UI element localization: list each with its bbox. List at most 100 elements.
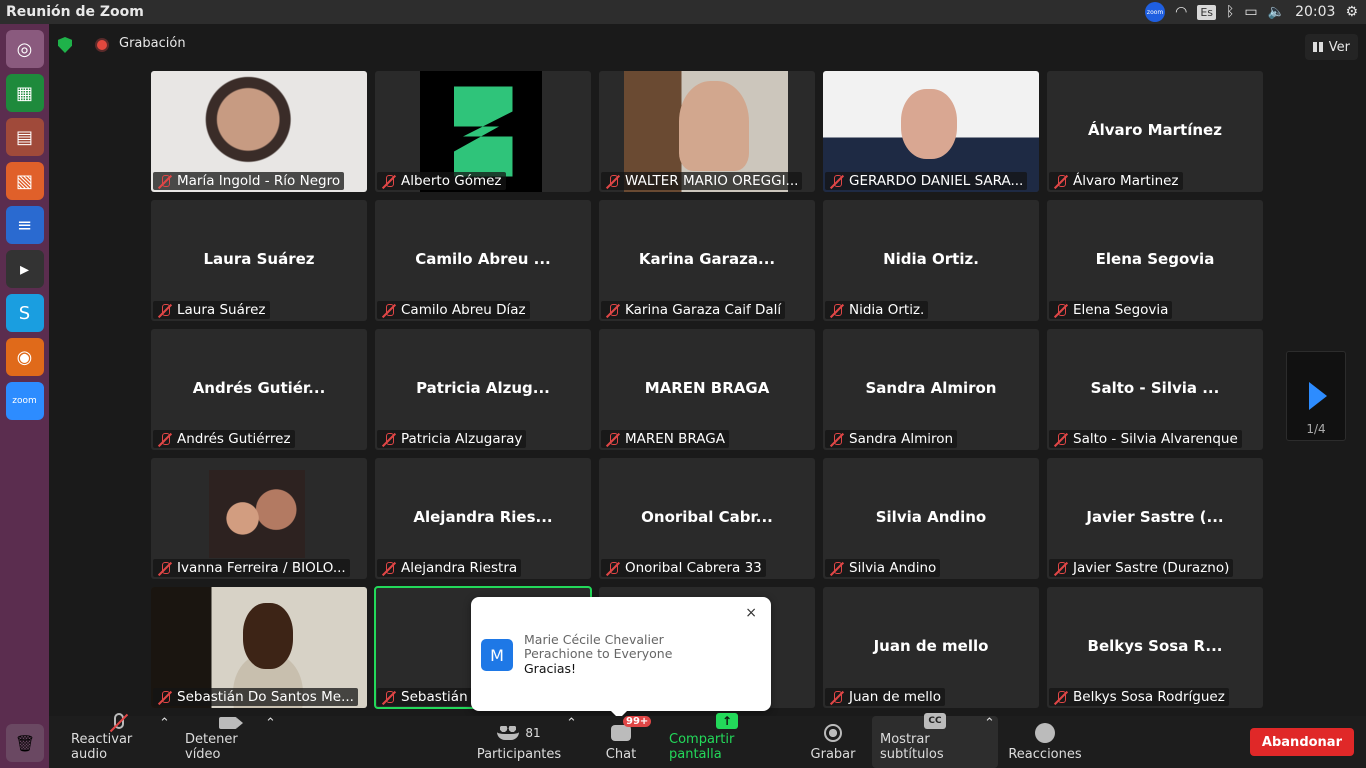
video-options-caret-icon[interactable]: ⌃ [265, 716, 276, 737]
reaction-smiley-icon [1035, 723, 1055, 743]
participant-name: MAREN BRAGA [625, 431, 725, 447]
muted-mic-icon [158, 175, 172, 189]
participant-name: Elena Segovia [1073, 302, 1169, 318]
grid-view-icon [1312, 42, 1323, 52]
view-button[interactable]: Ver [1304, 34, 1358, 60]
unmute-label: Reactivar audio [71, 732, 133, 762]
participant-name-label: Camilo Abreu Díaz [377, 301, 530, 319]
participant-name-label: Alejandra Riestra [377, 559, 522, 577]
participant-tile[interactable]: Patricia Alzug... Patricia Alzugaray [375, 329, 591, 450]
share-screen-button[interactable]: ↑ Compartir pantalla [669, 713, 785, 768]
participant-tile[interactable]: Juan de mello Juan de mello [823, 587, 1039, 708]
participant-display-name: Belkys Sosa R... [1087, 637, 1223, 655]
participant-tile[interactable]: Salto - Silvia ... Salto - Silvia Alvaren… [1047, 329, 1263, 450]
battery-icon[interactable]: ▭ [1244, 4, 1257, 20]
participant-tile[interactable]: MAREN BRAGA MAREN BRAGA [599, 329, 815, 450]
participant-name-label: Salto - Silvia Alvarenque [1049, 430, 1242, 448]
muted-mic-icon [382, 304, 396, 318]
settings-gear-icon[interactable]: ⚙ [1345, 4, 1358, 20]
participant-tile[interactable]: Alejandra Ries... Alejandra Riestra [375, 458, 591, 579]
avatar-logo-icon [454, 86, 513, 177]
leave-meeting-button[interactable]: Abandonar [1249, 728, 1354, 756]
record-label: Grabar [810, 747, 856, 762]
reactions-button[interactable]: Reacciones [1008, 716, 1082, 768]
participant-tile[interactable]: Javier Sastre (... Javier Sastre (Durazno… [1047, 458, 1263, 579]
participant-tile[interactable]: María Ingold - Río Negro [151, 71, 367, 192]
participant-name-label: Nidia Ortiz. [825, 301, 929, 319]
bluetooth-icon[interactable]: ᛒ [1226, 4, 1234, 20]
participant-name: Javier Sastre (Durazno) [1073, 560, 1230, 576]
zoom-tray-icon[interactable]: zoom [1145, 2, 1166, 22]
participant-tile[interactable]: Alberto Gómez [375, 71, 591, 192]
chat-icon [611, 725, 631, 741]
stop-video-button[interactable]: Detener vídeo [185, 716, 271, 768]
participant-display-name: Camilo Abreu ... [415, 250, 551, 268]
participant-tile[interactable]: Elena Segovia Elena Segovia [1047, 200, 1263, 321]
volume-icon[interactable]: 🔈 [1268, 4, 1285, 20]
next-arrow-icon [1309, 382, 1327, 410]
participant-tile[interactable]: Silvia Andino Silvia Andino [823, 458, 1039, 579]
participant-name: Silvia Andino [849, 560, 937, 576]
record-button[interactable]: Grabar [811, 716, 855, 768]
subtitles-options-caret-icon[interactable]: ⌃ [984, 716, 995, 737]
next-page-button[interactable]: 1/4 [1286, 351, 1346, 441]
participant-display-name: MAREN BRAGA [644, 379, 770, 397]
participant-name: Nidia Ortiz. [849, 302, 925, 318]
close-icon[interactable]: × [745, 605, 757, 621]
writer-icon[interactable]: ≡ [5, 206, 44, 244]
participants-button[interactable]: 81 Participantes [477, 716, 561, 768]
muted-mic-icon [158, 433, 172, 447]
presentation-icon[interactable]: ▧ [5, 162, 44, 200]
participant-tile[interactable]: Camilo Abreu ... Camilo Abreu Díaz [375, 200, 591, 321]
participant-tile[interactable]: GERARDO DANIEL SARA... [823, 71, 1039, 192]
participant-name-label: María Ingold - Río Negro [153, 172, 345, 190]
participant-tile[interactable]: WALTER MARIO OREGGI... [599, 71, 815, 192]
muted-mic-icon [1054, 562, 1068, 576]
page-indicator: 1/4 [1306, 422, 1326, 436]
firefox-icon[interactable]: ◉ [5, 338, 44, 376]
participant-tile[interactable]: Andrés Gutiér... Andrés Gutiérrez [151, 329, 367, 450]
participant-tile[interactable]: Sebastián Do Santos Me... [151, 587, 367, 708]
participant-tile[interactable]: Nidia Ortiz. Nidia Ortiz. [823, 200, 1039, 321]
participant-name: Karina Garaza Caif Dalí [625, 302, 782, 318]
participant-tile[interactable]: Sandra Almiron Sandra Almiron [823, 329, 1039, 450]
participant-tile[interactable]: Karina Garaza... Karina Garaza Caif Dalí [599, 200, 815, 321]
skype-icon[interactable]: S [5, 294, 44, 332]
chat-label: Chat [605, 747, 637, 762]
muted-mic-icon [830, 304, 844, 318]
chat-button[interactable]: 99+ Chat [605, 716, 652, 768]
window-title: Reunión de Zoom [6, 4, 144, 20]
files-icon[interactable]: ▤ [5, 118, 44, 156]
show-subtitles-button[interactable]: CC Mostrar subtítulos [880, 713, 990, 768]
audio-options-caret-icon[interactable]: ⌃ [159, 716, 170, 737]
participant-name-label: WALTER MARIO OREGGI... [601, 172, 803, 190]
spreadsheet-icon[interactable]: ▦ [5, 74, 44, 112]
participant-name: Salto - Silvia Alvarenque [1073, 431, 1238, 447]
keyboard-language[interactable]: Es [1197, 4, 1216, 20]
clock[interactable]: 20:03 [1295, 4, 1335, 20]
participant-display-name: Sandra Almiron [865, 379, 997, 397]
participant-tile[interactable]: Laura Suárez Laura Suárez [151, 200, 367, 321]
participant-display-name: Andrés Gutiér... [192, 379, 326, 397]
participant-name: Laura Suárez [177, 302, 266, 318]
encryption-shield-icon[interactable] [58, 37, 72, 53]
participant-tile[interactable]: Belkys Sosa R... Belkys Sosa Rodríguez [1047, 587, 1263, 708]
terminal-icon[interactable]: ▸ [5, 250, 44, 288]
participant-name-label: Ivanna Ferreira / BIOLO... [153, 559, 350, 577]
ubuntu-icon[interactable]: ◎ [5, 30, 44, 68]
participant-tile[interactable]: Álvaro Martínez Álvaro Martinez [1047, 71, 1263, 192]
participant-name: Onoribal Cabrera 33 [625, 560, 762, 576]
chat-notification[interactable]: × M Marie Cécile Chevalier Perachione to… [471, 597, 771, 719]
wifi-icon[interactable]: ◠ [1175, 4, 1187, 20]
participants-icon [497, 726, 520, 740]
zoom-app-icon[interactable]: zoom [5, 382, 44, 420]
participant-name-label: Karina Garaza Caif Dalí [601, 301, 786, 319]
participant-name-label: Laura Suárez [153, 301, 270, 319]
participant-display-name: Salto - Silvia ... [1090, 379, 1220, 397]
participant-tile[interactable]: Ivanna Ferreira / BIOLO... [151, 458, 367, 579]
participants-options-caret-icon[interactable]: ⌃ [566, 716, 577, 737]
trash-icon[interactable]: 🗑 [6, 724, 44, 762]
participant-tile[interactable]: Onoribal Cabr... Onoribal Cabrera 33 [599, 458, 815, 579]
participant-name-label: Sandra Almiron [825, 430, 958, 448]
unmute-button[interactable]: Reactivar audio [71, 713, 167, 768]
